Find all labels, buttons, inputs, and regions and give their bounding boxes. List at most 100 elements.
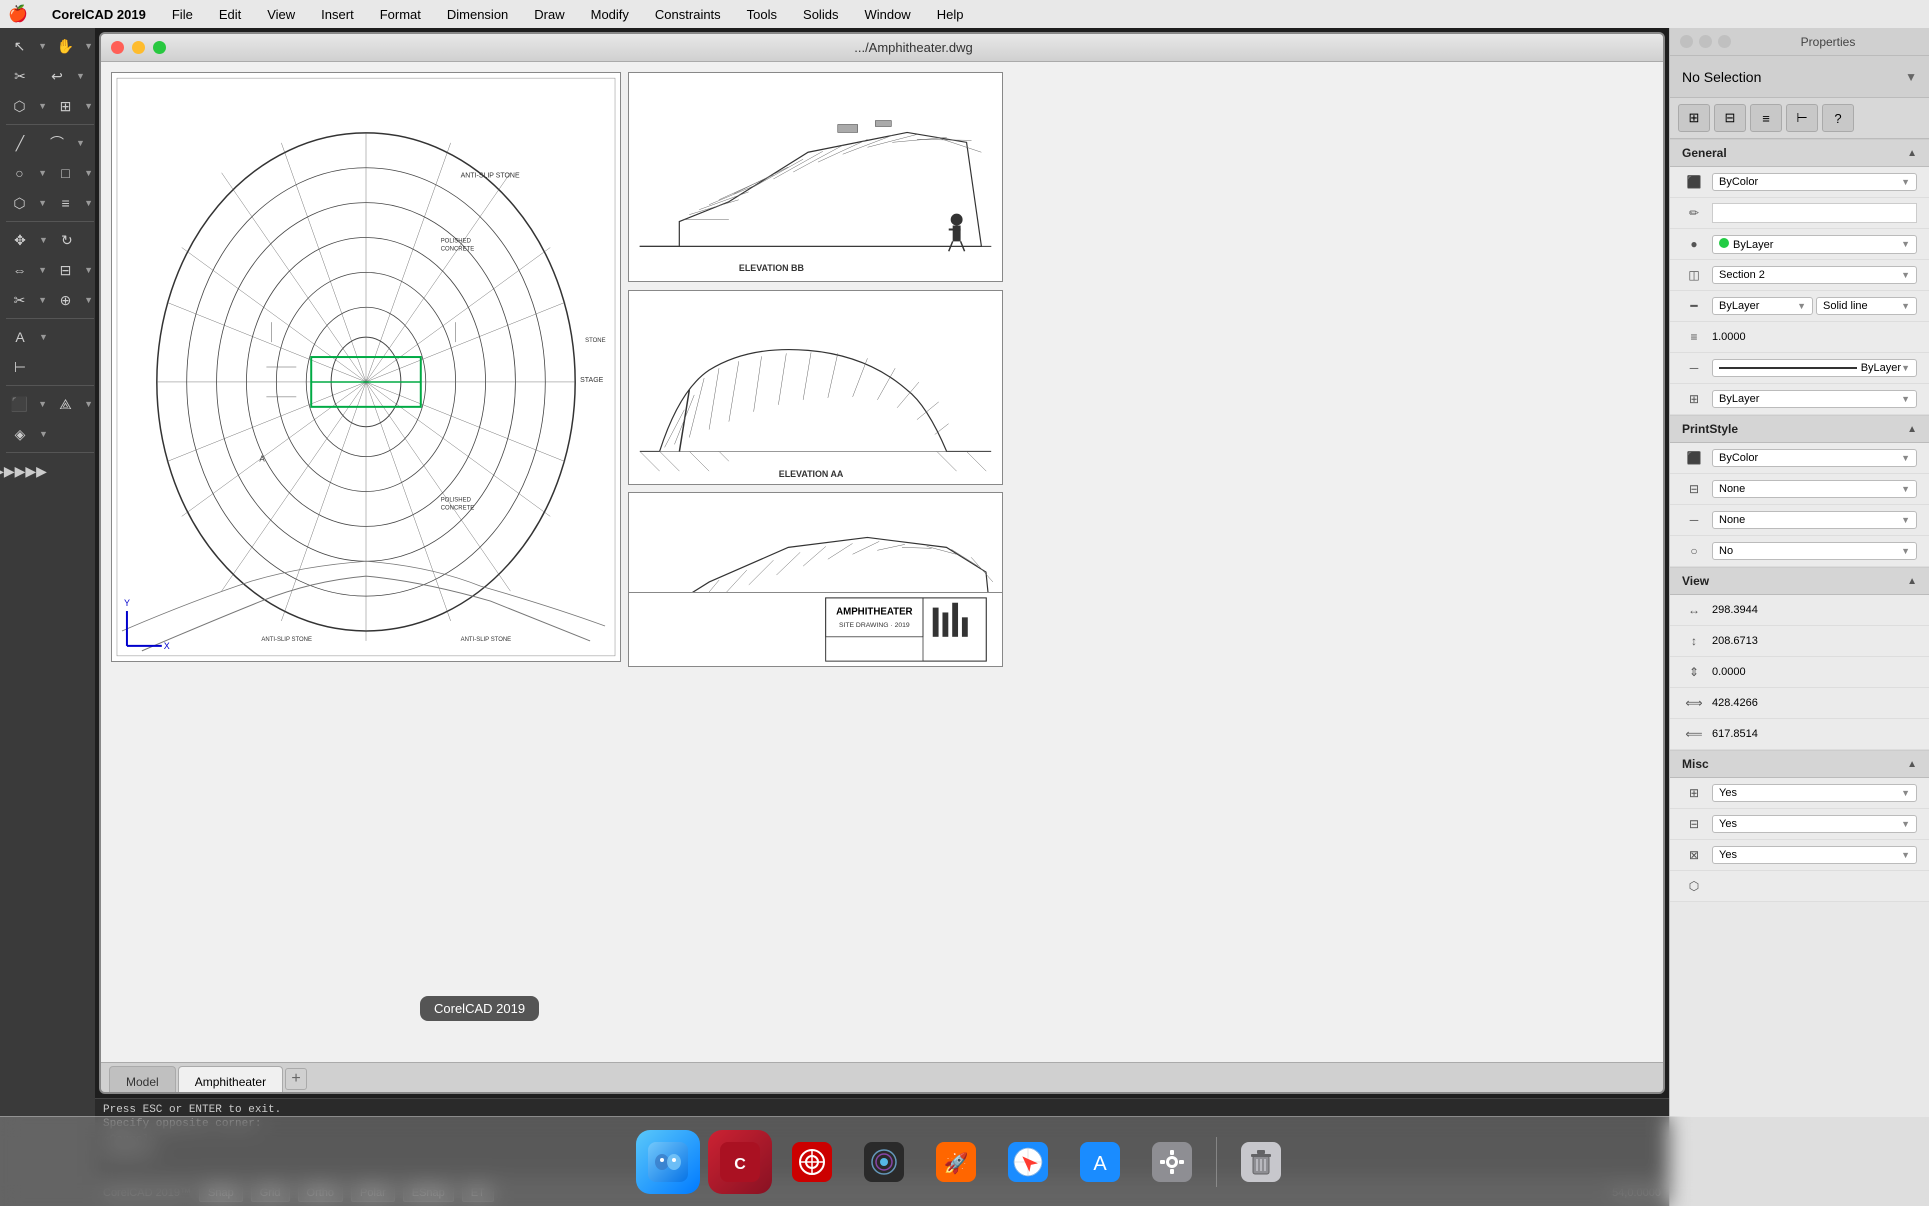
ps-color-icon: ⬛: [1682, 446, 1706, 470]
tool-divider-3: [6, 318, 94, 319]
tab-model[interactable]: Model: [109, 1066, 176, 1092]
menu-solids[interactable]: Solids: [797, 5, 844, 24]
dock-corelcad[interactable]: C: [708, 1130, 772, 1194]
misc3-select[interactable]: Yes ▼: [1712, 846, 1917, 864]
ps-none1-select[interactable]: None ▼: [1712, 480, 1917, 498]
panel-icon-layers[interactable]: ≡: [1750, 104, 1782, 132]
blueprint-elevation-bb[interactable]: ELEVATION BB: [628, 72, 1003, 282]
section-general[interactable]: General ▲: [1670, 139, 1929, 167]
dock-safari[interactable]: [996, 1130, 1060, 1194]
shape-tool[interactable]: ⬡: [2, 92, 37, 120]
menu-modify[interactable]: Modify: [585, 5, 635, 24]
rect-tool[interactable]: □: [48, 159, 83, 187]
arc-tool[interactable]: ⌒: [39, 129, 75, 157]
linetype-select-2[interactable]: Solid line ▼: [1816, 297, 1917, 315]
close-button[interactable]: [111, 41, 124, 54]
view-y-value: 208.6713: [1712, 635, 1917, 647]
selection-dropdown-arrow[interactable]: ▼: [1905, 70, 1917, 84]
tool-row-1: ↖ ▼ ✋ ▼: [2, 32, 93, 60]
section-printstyle[interactable]: PrintStyle ▲: [1670, 415, 1929, 443]
tool-row-7: ✥ ▼ ↻: [2, 226, 93, 254]
misc2-select[interactable]: Yes ▼: [1712, 815, 1917, 833]
svg-text:ANTI-SLIP STONE: ANTI-SLIP STONE: [461, 173, 520, 180]
tool-row-5: ○ ▼ □ ▼: [2, 159, 93, 187]
rotate-tool[interactable]: ↻: [49, 226, 85, 254]
blueprint-main[interactable]: STAGE ANTI-SLIP STONE: [111, 72, 621, 662]
menu-window[interactable]: Window: [858, 5, 916, 24]
3d-arrow: ▼: [84, 399, 93, 409]
move-tool[interactable]: ✥: [2, 226, 38, 254]
mirror-tool[interactable]: ⇔: [2, 256, 37, 284]
color-lines-icon: ⬛: [1682, 170, 1706, 194]
surface-tool[interactable]: ◈: [2, 420, 38, 448]
menu-edit[interactable]: Edit: [213, 5, 247, 24]
circle-tool[interactable]: ○: [2, 159, 37, 187]
menu-tools[interactable]: Tools: [741, 5, 783, 24]
apple-menu[interactable]: 🍎: [8, 4, 28, 24]
dim-tool[interactable]: ⊢: [2, 353, 38, 381]
menu-dimension[interactable]: Dimension: [441, 5, 514, 24]
menu-draw[interactable]: Draw: [528, 5, 570, 24]
menu-view[interactable]: View: [261, 5, 301, 24]
pan-tool[interactable]: ✋: [48, 32, 83, 60]
prop-ps-color: ⬛ ByColor ▼: [1670, 443, 1929, 474]
panel-icon-grid[interactable]: ⊞: [1678, 104, 1710, 132]
ps-color-select[interactable]: ByColor ▼: [1712, 449, 1917, 467]
panel-icon-magnet[interactable]: ⊟: [1714, 104, 1746, 132]
linescale-select[interactable]: ByLayer ▼: [1712, 359, 1917, 377]
menu-help[interactable]: Help: [931, 5, 970, 24]
box-tool[interactable]: ⬛: [2, 390, 37, 418]
cad-drawing-area[interactable]: STAGE ANTI-SLIP STONE: [101, 62, 1663, 1062]
minimize-button[interactable]: [132, 41, 145, 54]
section-select[interactable]: Section 2 ▼: [1712, 266, 1917, 284]
svg-text:ELEVATION AA: ELEVATION AA: [779, 469, 844, 479]
cad-window: .../Amphitheater.dwg: [99, 32, 1665, 1094]
line-tool[interactable]: ╱: [2, 129, 38, 157]
text-tool[interactable]: A: [2, 323, 38, 351]
ps-none2-select[interactable]: None ▼: [1712, 511, 1917, 529]
menu-insert[interactable]: Insert: [315, 5, 360, 24]
undo-tool[interactable]: ↩: [39, 62, 75, 90]
plot-select[interactable]: ByLayer ▼: [1712, 390, 1917, 408]
3d-tool[interactable]: ⟁: [48, 390, 83, 418]
maximize-button[interactable]: [153, 41, 166, 54]
menu-corelcad[interactable]: CorelCAD 2019: [46, 5, 152, 24]
play-tool[interactable]: ▶▶▶▶▶: [2, 457, 38, 485]
menu-format[interactable]: Format: [374, 5, 427, 24]
prop-view-h: ⟸ 617.8514: [1670, 719, 1929, 750]
group-tool[interactable]: ⊞: [48, 92, 83, 120]
misc1-select[interactable]: Yes ▼: [1712, 784, 1917, 802]
shape-arrow: ▼: [38, 101, 47, 111]
prop-misc-4: ⬡: [1670, 871, 1929, 902]
dock-settings[interactable]: [1140, 1130, 1204, 1194]
extend-tool[interactable]: ⊕: [48, 286, 83, 314]
dock-appstore[interactable]: A: [1068, 1130, 1132, 1194]
dock-rocket[interactable]: 🚀: [924, 1130, 988, 1194]
panel-selection-header[interactable]: No Selection ▼: [1670, 56, 1929, 98]
linetype-select-1[interactable]: ByLayer ▼: [1712, 297, 1813, 315]
blueprint-elevation-aa[interactable]: ELEVATION AA: [628, 290, 1003, 485]
pencil-input[interactable]: [1712, 203, 1917, 223]
dock-finder[interactable]: [636, 1130, 700, 1194]
section-view[interactable]: View ▲: [1670, 567, 1929, 595]
dock-target[interactable]: [780, 1130, 844, 1194]
trim-tool[interactable]: ✂: [2, 286, 37, 314]
cut-tool[interactable]: ✂: [2, 62, 38, 90]
panel-icon-measure[interactable]: ⊢: [1786, 104, 1818, 132]
menu-file[interactable]: File: [166, 5, 199, 24]
menu-constraints[interactable]: Constraints: [649, 5, 727, 24]
panel-icon-help[interactable]: ?: [1822, 104, 1854, 132]
color-select[interactable]: ByColor ▼: [1712, 173, 1917, 191]
dock-siri[interactable]: [852, 1130, 916, 1194]
add-tab-button[interactable]: +: [285, 1068, 307, 1090]
section-misc[interactable]: Misc ▲: [1670, 750, 1929, 778]
hatch-tool[interactable]: ≡: [48, 189, 83, 217]
tab-amphitheater[interactable]: Amphitheater: [178, 1066, 283, 1092]
select-tool-arrow: ▼: [38, 41, 47, 51]
offset-tool[interactable]: ⊟: [48, 256, 83, 284]
dock-trash[interactable]: [1229, 1130, 1293, 1194]
layer-select[interactable]: ByLayer ▼: [1712, 235, 1917, 254]
ps-no-select[interactable]: No ▼: [1712, 542, 1917, 560]
select-tool[interactable]: ↖: [2, 32, 37, 60]
polygon-tool[interactable]: ⬡: [2, 189, 37, 217]
